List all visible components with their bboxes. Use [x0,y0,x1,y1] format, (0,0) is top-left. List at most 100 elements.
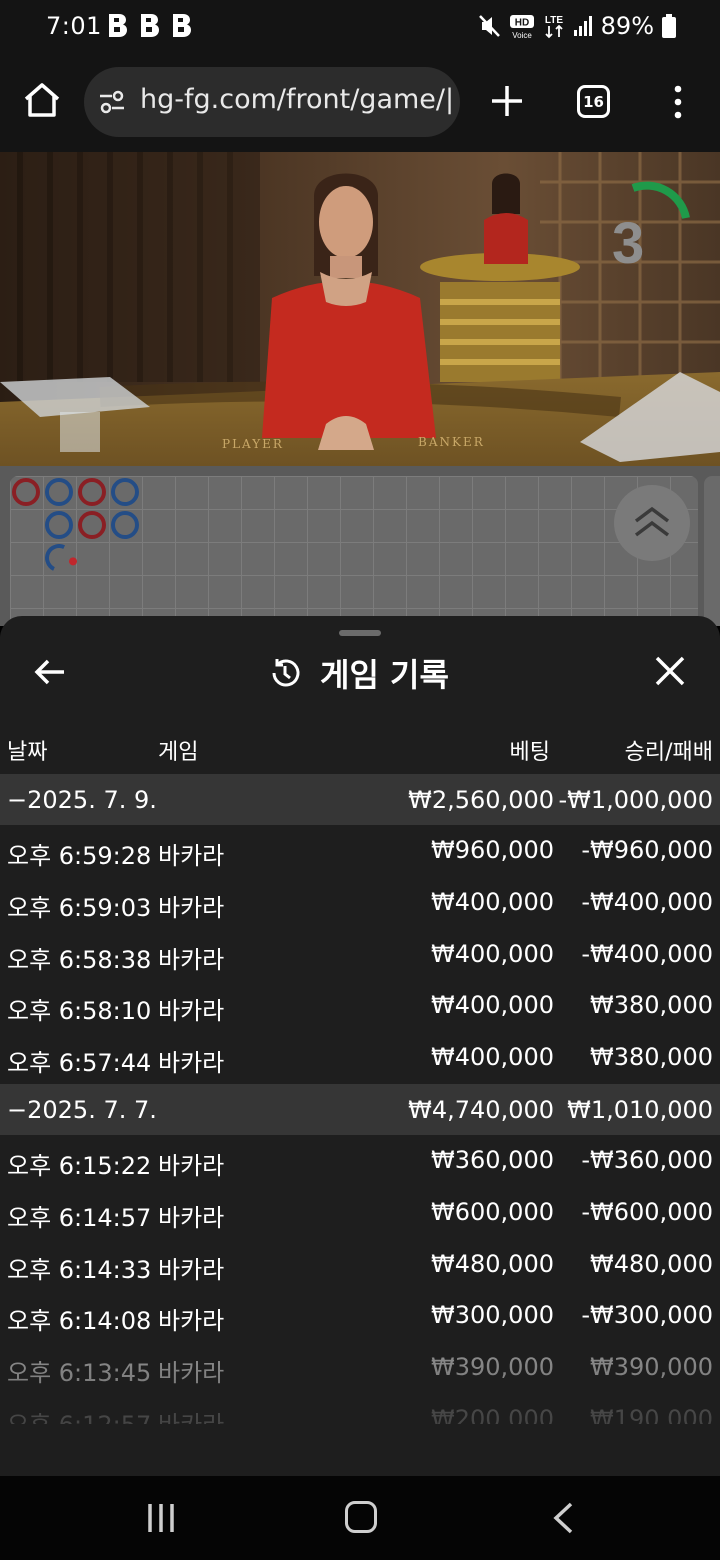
banker-bead [12,478,40,506]
row-result: -₩400,000 [581,887,713,916]
signal-icon [573,16,592,36]
row-time: 오후 6:15:22 [7,1151,152,1180]
more-menu-icon[interactable] [666,84,690,120]
sheet-title: 게임 기록 [268,650,449,696]
group-bet-total: ₩2,560,000 [408,786,554,814]
row-result: -₩600,000 [581,1197,713,1226]
status-bar: 7:01 HD Voice LTE 89% [0,0,720,56]
row-time: 오후 6:14:08 [7,1307,152,1336]
history-row[interactable]: 오후 6:58:10 바카라 ₩400,000 ₩380,000 [0,980,720,1032]
b-icon [141,14,159,37]
row-game: 바카라 [158,842,225,870]
bead-road [0,466,720,626]
row-bet: ₩200,000 [431,1404,554,1424]
row-time: 오후 6:12:57 [7,1405,151,1424]
address-bar[interactable]: hg-fg.com/front/game/| [84,67,460,137]
row-time: 오후 6:14:57 [7,1203,152,1232]
browser-toolbar: hg-fg.com/front/game/| 16 [0,56,720,152]
status-indicators: HD Voice LTE 89% [478,12,676,40]
history-row[interactable]: 오후 6:14:57 바카라 ₩600,000 -₩600,000 [0,1187,720,1239]
close-icon[interactable] [653,654,687,688]
row-result: ₩390,000 [590,1353,713,1382]
b-icon [109,14,127,37]
history-row[interactable]: 오후 6:15:22 바카라 ₩360,000 -₩360,000 [0,1135,720,1187]
history-row[interactable]: 오후 6:59:03 바카라 ₩400,000 -₩400,000 [0,877,720,929]
row-result: -₩360,000 [581,1145,713,1174]
row-result: -₩400,000 [581,939,713,968]
row-game: 바카라 [158,997,225,1026]
column-game: 게임 [158,740,199,765]
player-bead [111,511,139,539]
next-panel-edge [704,476,720,626]
row-bet: ₩390,000 [431,1353,554,1382]
row-result: ₩190,000 [590,1404,713,1424]
svg-text:BANKER: BANKER [418,435,485,449]
url-text[interactable]: hg-fg.com/front/game/| [140,84,454,115]
b-icon [173,14,191,37]
row-game: 바카라 [158,1405,224,1424]
expand-roadmap-button[interactable] [614,485,690,561]
row-result: ₩380,000 [590,991,713,1020]
tab-switcher-button[interactable]: 16 [577,85,610,118]
row-bet: ₩400,000 [431,991,554,1020]
countdown-number: 3 [612,211,645,276]
back-nav-icon[interactable] [551,1501,575,1535]
history-table: −2025. 7. 9. ₩2,560,000 -₩1,000,000 오후 6:59… [0,774,720,1424]
history-row[interactable]: 오후 6:14:08 바카라 ₩300,000 -₩300,000 [0,1290,720,1342]
column-result: 승리/패배 [624,740,713,765]
game-history-sheet: 게임 기록 날짜 게임 베팅 승리/패배 −2025. 7. 9. ₩2,560,… [0,616,720,1476]
live-dealer-video[interactable]: PLAYER BANKER 3 [0,152,720,466]
row-bet: ₩400,000 [431,887,554,916]
back-arrow-icon[interactable] [32,654,68,690]
history-row[interactable]: 오후 6:58:38 바카라 ₩400,000 -₩400,000 [0,929,720,981]
drag-handle[interactable] [339,630,381,636]
column-date: 날짜 [7,740,48,765]
row-time: 오후 6:59:28 [7,842,152,870]
history-row[interactable]: 오후 6:57:44 바카라 ₩400,000 ₩380,000 [0,1032,720,1084]
tab-count: 16 [583,92,604,111]
home-icon[interactable] [22,80,62,120]
date-group-row[interactable]: −2025. 7. 9. ₩2,560,000 -₩1,000,000 [0,774,720,825]
history-row[interactable]: 오후 6:13:45 바카라 ₩390,000 ₩390,000 [0,1342,720,1394]
row-bet: ₩360,000 [431,1145,554,1174]
row-time: 오후 6:13:45 [7,1359,152,1388]
row-game: 바카라 [158,1359,225,1388]
player-bead [45,478,73,506]
row-bet: ₩600,000 [431,1197,554,1226]
battery-icon [662,14,676,38]
row-time: 오후 6:59:03 [7,893,152,922]
row-time: 오후 6:14:33 [7,1255,152,1284]
row-result: -₩300,000 [581,1301,713,1330]
row-time: 오후 6:58:38 [7,945,152,974]
group-date: −2025. 7. 9. [7,786,157,814]
site-settings-icon[interactable] [98,88,126,116]
row-bet: ₩400,000 [431,1043,554,1072]
row-result: ₩380,000 [590,1043,713,1072]
history-icon [272,659,300,687]
row-game: 바카라 [158,1151,225,1180]
new-tab-icon[interactable] [488,82,526,120]
history-row[interactable]: 오후 6:59:28 바카라 ₩960,000 -₩960,000 [0,825,720,877]
group-result-total: -₩1,000,000 [558,786,713,814]
row-game: 바카라 [158,1255,225,1284]
system-nav-bar [0,1476,720,1560]
date-group-row[interactable]: −2025. 7. 7. ₩4,740,000 ₩1,010,000 [0,1083,720,1135]
home-nav-button[interactable] [345,1501,377,1533]
row-bet: ₩400,000 [431,939,554,968]
battery-percent: 89% [600,12,654,40]
history-row[interactable]: 오후 6:12:57 바카라 ₩200,000 ₩190,000 [0,1394,720,1424]
row-time: 오후 6:57:44 [7,1049,152,1078]
svg-text:HD: HD [514,18,528,29]
row-bet: ₩960,000 [431,836,554,864]
banker-bead [78,478,106,506]
row-game: 바카라 [158,1049,225,1078]
group-date: −2025. 7. 7. [7,1095,157,1124]
double-chevron-up-icon [634,506,670,537]
history-row[interactable]: 오후 6:14:33 바카라 ₩480,000 ₩480,000 [0,1239,720,1291]
row-bet: ₩300,000 [431,1301,554,1330]
recent-apps-icon[interactable] [146,1502,176,1534]
row-result: -₩960,000 [581,836,713,864]
group-result-total: ₩1,010,000 [567,1095,713,1124]
banker-bead [78,511,106,539]
svg-text:Voice: Voice [512,31,532,39]
